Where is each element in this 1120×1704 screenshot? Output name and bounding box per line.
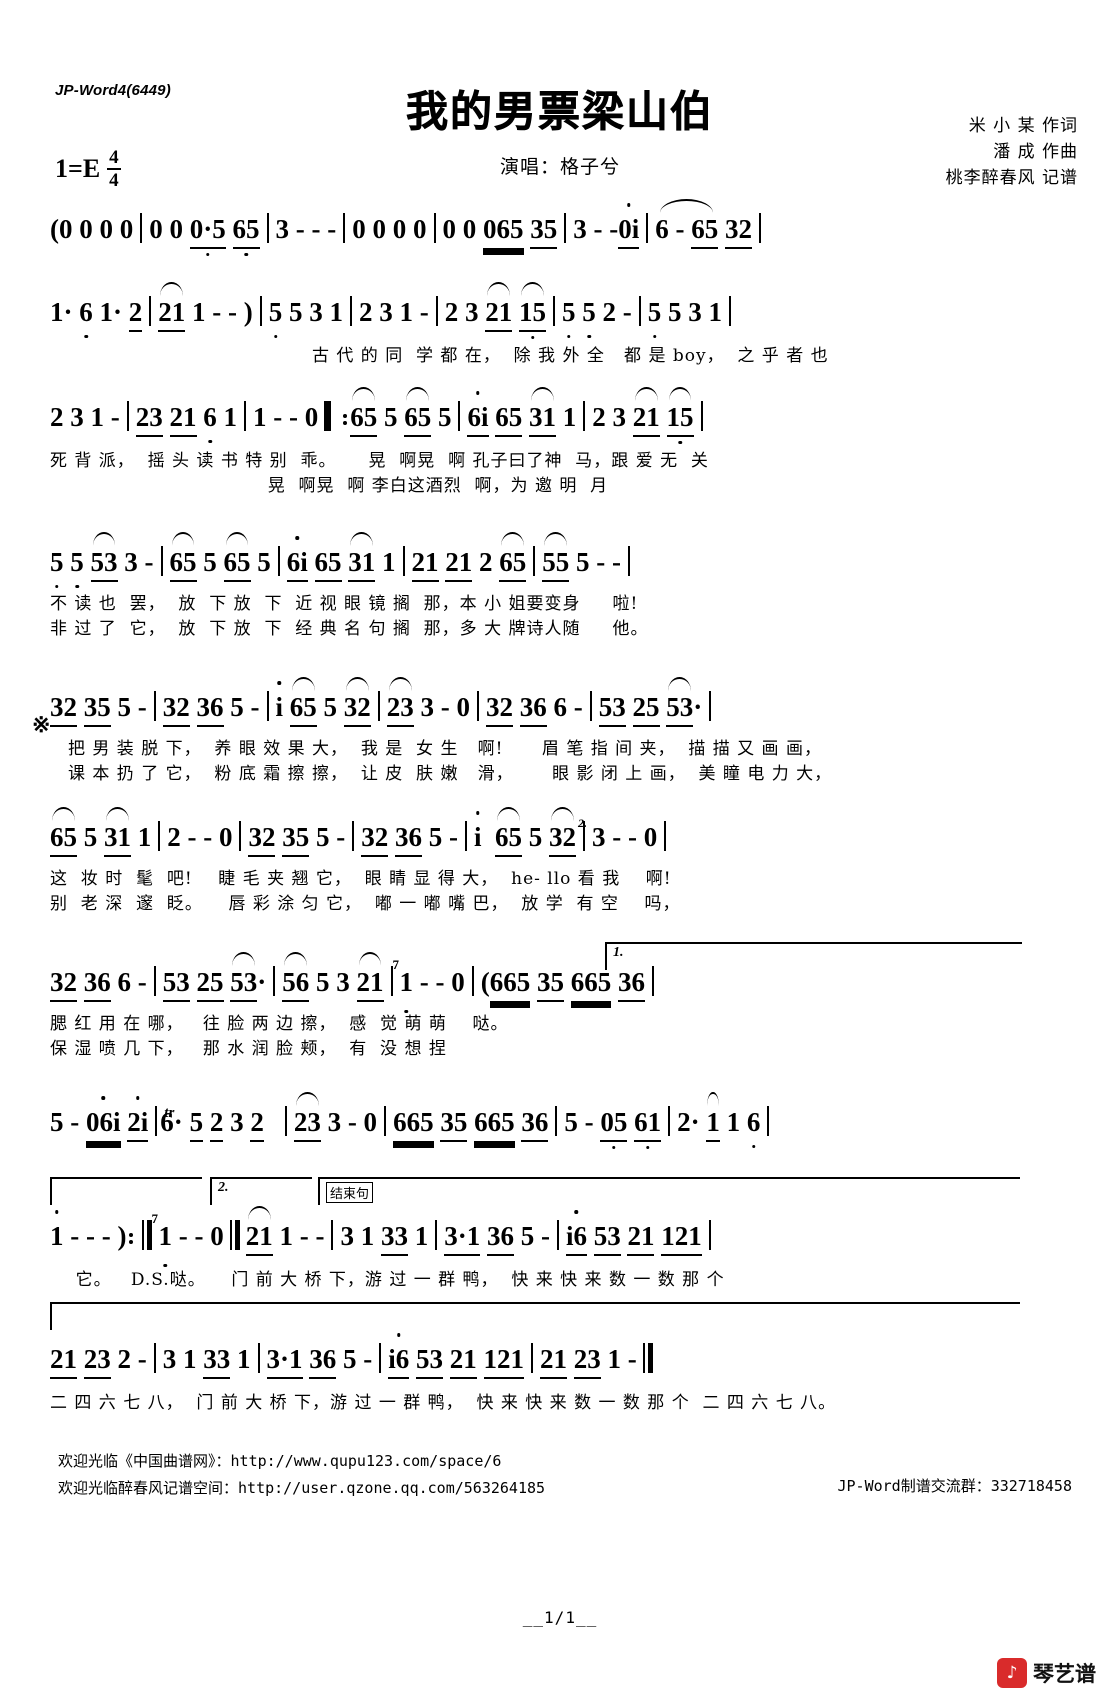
- credit-transcriber: 桃李醉春风 记谱: [945, 168, 1078, 188]
- sheet-music-page: JP-Word4(6449) 我的男票梁山伯 演唱：格子兮 米 小 某 作词 潘…: [0, 0, 1120, 1704]
- lyric-line: 古 代 的 同 学 都 在， 除 我 外 全 都 是 boy， 之 乎 者 也: [312, 346, 829, 366]
- footer-line-1: 欢迎光临《中国曲谱网》：http://www.qupu123.com/space…: [58, 1452, 502, 1470]
- site-logo-text: 琴艺谱: [1033, 1662, 1096, 1686]
- music-note-icon: ♪: [997, 1658, 1027, 1688]
- notation-row: (0 0 0 00 0 0·5 65 3 - - -0 0 0 00 0 065 …: [50, 199, 1070, 249]
- notation-row: 32 36 6 -53 25 53· 56 5 3 21 7 1 - - 0 (665 …: [50, 952, 1070, 1002]
- lyric-line-1: 它。 D.S.哒。 门 前 大 桥 下，游 过 一 群 鸭， 快 来 快 来 数…: [50, 1270, 725, 1290]
- site-logo: ♪ 琴艺谱: [997, 1658, 1096, 1688]
- key-signature: 1=E 4 4: [55, 148, 121, 190]
- lyric-line-2: 保 湿 喷 几 下， 那 水 润 脸 颊， 有 没 想 捏: [50, 1039, 447, 1059]
- lyric-line-1: 死 背 派， 摇 头 读 书 特 别 乖。 晃 啊晃 啊 孔子曰了神 马，跟 爱…: [50, 451, 709, 471]
- system-8: 5 - 06i 2i tr6· 5 2 3 2 23 3 - 0 665 35 665…: [50, 1092, 1070, 1144]
- footer-line-2: 欢迎光临醉春风记谱空间：http://user.qzone.qq.com/563…: [58, 1479, 546, 1497]
- footer-links: 欢迎光临《中国曲谱网》：http://www.qupu123.com/space…: [58, 1448, 545, 1502]
- system-6: 65 5 31 12 - - 0 32 35 5 -32 36 5 -i 65 5…: [50, 807, 1070, 917]
- ending-label: 结束句: [326, 1182, 374, 1203]
- credits-block: 米 小 某 作词 潘 成 作曲 桃李醉春风 记谱: [946, 113, 1078, 191]
- system-5: 32 35 5 -32 36 5 -i 65 5 32 23 3 - 0 32 36…: [32, 677, 1070, 787]
- system-2: 1· 6 1· 2 21 1 - - ) 5 5 3 12 3 1 -2 3 21 …: [50, 282, 1070, 369]
- system-10: 21 23 2 -3 1 33 1 3·1 36 5 - i6 53 21 121 2…: [50, 1302, 1070, 1416]
- lyric-line-1: 这 妆 时 髦 吧! 睫 毛 夹 翘 它， 眼 睛 显 得 大， he- llo…: [50, 869, 672, 889]
- time-numerator: 4: [107, 147, 121, 170]
- notation-row: 32 35 5 -32 36 5 -i 65 5 32 23 3 - 0 32 36…: [50, 677, 1070, 727]
- lyric-line-1: 腮 红 用 在 哪， 往 脸 两 边 擦， 感 觉 萌 萌 哒。: [50, 1014, 509, 1034]
- lyric-line-2: 别 老 深 邃 眨。 唇 彩 涂 匀 它， 嘟 一 嘟 嘴 巴， 放 学 有 空…: [50, 894, 681, 914]
- lyric-line-2: 课 本 扔 了 它， 粉 底 霜 擦 擦， 让 皮 肤 嫩 滑， 眼 影 闭 上…: [68, 764, 833, 784]
- page-number: __1/1__: [522, 1608, 598, 1627]
- system-7: 1. 32 36 6 -53 25 53· 56 5 3 21 7 1 - - 0 (6…: [50, 942, 1070, 1062]
- time-denominator: 4: [109, 170, 119, 191]
- notation-row: 5 - 06i 2i tr6· 5 2 3 2 23 3 - 0 665 35 665…: [50, 1092, 1070, 1144]
- lyric-line-1: 不 读 也 罢， 放 下 放 下 近 视 眼 镜 搁 那，本 小 姐要变身 啦!: [50, 594, 639, 614]
- ending-bracket: [318, 1177, 1020, 1205]
- volta-label-1: 1.: [613, 945, 624, 960]
- segno-icon: ※: [32, 712, 51, 737]
- volta-bracket-close: [50, 1177, 202, 1205]
- lyric-line-1: 二 四 六 七 八， 门 前 大 桥 下，游 过 一 群 鸭， 快 来 快 来 …: [50, 1393, 837, 1413]
- notation-row: 2 3 1 -23 21 6 11 - - 0 65 5 65 5 6i 65 31…: [50, 387, 1070, 439]
- lyric-line-2: 晃 啊晃 啊 李白这酒烈 啊，为 邀 明 月: [50, 476, 609, 496]
- time-signature: 4 4: [107, 148, 121, 190]
- notation-row: 21 23 2 -3 1 33 1 3·1 36 5 - i6 53 21 121 2…: [50, 1342, 1070, 1381]
- footer-qq-group: JP-Word制谱交流群：332718458: [837, 1477, 1073, 1495]
- key-label: 1=E: [55, 154, 101, 183]
- notation-row: 1· 6 1· 2 21 1 - - ) 5 5 3 12 3 1 -2 3 21 …: [50, 282, 1070, 332]
- credit-lyricist: 米 小 某 作词: [968, 116, 1078, 136]
- volta-bracket-2: 2.: [210, 1177, 312, 1205]
- system-4: 5 5 53 3 -65 5 65 5 6i 65 31 1 21 21 2 65 5…: [50, 532, 1070, 642]
- notation-row: 65 5 31 12 - - 0 32 35 5 -32 36 5 -i 65 5…: [50, 807, 1070, 857]
- lyric-line-1: 把 男 装 脱 下， 养 眼 效 果 大， 我 是 女 生 啊! 眉 笔 指 间…: [68, 739, 822, 759]
- system-9: 2. 结束句 1 - - - ) 7 1 - - 0 21 1 - -3 1 33 1…: [50, 1177, 1070, 1293]
- notation-row: 5 5 53 3 -65 5 65 5 6i 65 31 1 21 21 2 65 5…: [50, 532, 1070, 582]
- credit-composer: 潘 成 作曲: [993, 142, 1078, 162]
- volta-label-2: 2.: [218, 1180, 229, 1195]
- system-10-bracket: [50, 1302, 1020, 1330]
- lyric-line-2: 非 过 了 它， 放 下 放 下 经 典 名 句 搁 那，多 大 牌诗人随 他。: [50, 619, 649, 639]
- system-3: 2 3 1 -23 21 6 11 - - 0 65 5 65 5 6i 65 31…: [50, 387, 1070, 499]
- system-1: (0 0 0 00 0 0·5 65 3 - - -0 0 0 00 0 065 …: [50, 199, 1070, 249]
- volta-bracket-1: 1.: [605, 942, 1022, 970]
- notation-row: 1 - - - ) 7 1 - - 0 21 1 - -3 1 33 1 3·1 36 …: [50, 1206, 1070, 1258]
